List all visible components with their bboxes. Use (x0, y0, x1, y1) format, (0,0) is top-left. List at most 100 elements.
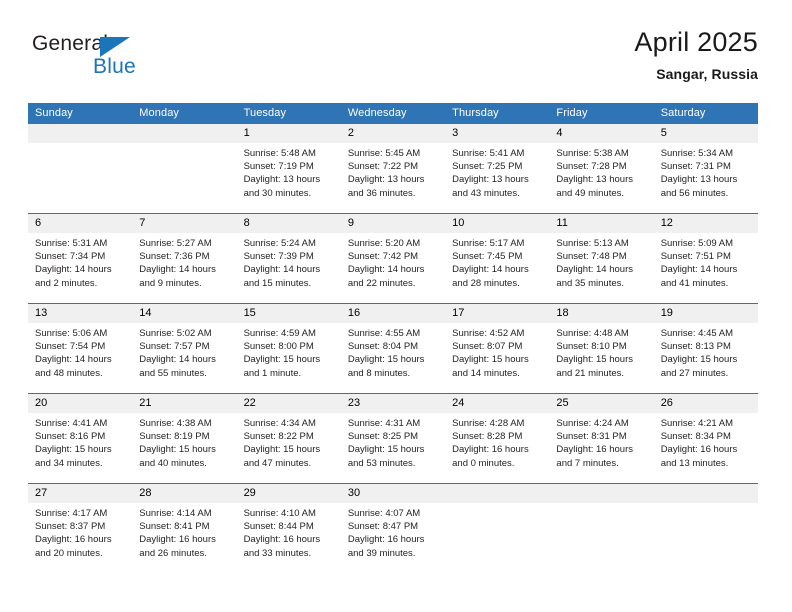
day-sun-details: Sunrise: 5:27 AM Sunset: 7:36 PM Daylight:… (132, 233, 236, 290)
calendar-day-cell[interactable]: 10 Sunrise: 5:17 AM Sunset: 7:45 PM Dayligh… (445, 213, 550, 304)
calendar-day-cell[interactable] (549, 483, 654, 573)
day-number: 4 (549, 124, 654, 143)
day-number (445, 484, 550, 503)
sunset-time: Sunset: 8:13 PM (660, 341, 731, 353)
calendar-day-cell[interactable]: 22 Sunrise: 4:34 AM Sunset: 8:22 PM Dayligh… (236, 393, 341, 484)
sunrise-time: Sunrise: 5:24 AM (243, 238, 316, 249)
calendar-day-cell[interactable]: 21 Sunrise: 4:38 AM Sunset: 8:19 PM Dayligh… (132, 393, 237, 484)
calendar-day-cell[interactable]: 1 Sunrise: 5:48 AM Sunset: 7:19 PM Daylight… (236, 124, 341, 214)
day-sun-details: Sunrise: 4:28 AM Sunset: 8:28 PM Daylight:… (445, 413, 549, 470)
sunset-time: Sunset: 7:25 PM (452, 161, 523, 173)
calendar-day-cell[interactable]: 7 Sunrise: 5:27 AM Sunset: 7:36 PM Daylight… (132, 213, 237, 304)
calendar-day-cell[interactable]: 17 Sunrise: 4:52 AM Sunset: 8:07 PM Dayligh… (445, 303, 550, 394)
calendar-day-cell[interactable]: 25 Sunrise: 4:24 AM Sunset: 8:31 PM Dayligh… (549, 393, 654, 484)
calendar-day-cell[interactable]: 14 Sunrise: 5:02 AM Sunset: 7:57 PM Dayligh… (132, 303, 237, 394)
sunrise-time: Sunrise: 4:28 AM (452, 418, 525, 429)
sunrise-time: Sunrise: 4:31 AM (347, 418, 421, 429)
day-cell-inner (28, 124, 133, 213)
day-cell-inner: 8 Sunrise: 5:24 AM Sunset: 7:39 PM Daylight… (236, 214, 341, 303)
calendar-day-cell[interactable]: 23 Sunrise: 4:31 AM Sunset: 8:25 PM Dayligh… (340, 393, 446, 484)
daylight-duration-line1: Daylight: 16 hours (35, 534, 112, 546)
day-number: 2 (340, 124, 446, 143)
calendar-day-cell[interactable] (28, 124, 133, 214)
day-number: 21 (132, 394, 237, 413)
day-number: 5 (653, 124, 758, 143)
calendar-week-row: 1 Sunrise: 5:48 AM Sunset: 7:19 PM Daylight… (28, 124, 758, 214)
daylight-duration-line2: and 49 minutes. (556, 187, 625, 199)
day-number: 7 (132, 214, 237, 233)
sunset-time: Sunset: 8:25 PM (347, 431, 419, 443)
day-sun-details: Sunrise: 5:34 AM Sunset: 7:31 PM Daylight:… (654, 143, 758, 200)
day-cell-inner: 18 Sunrise: 4:48 AM Sunset: 8:10 PM Dayligh… (549, 304, 654, 393)
sunset-time: Sunset: 7:31 PM (660, 161, 731, 173)
daylight-duration-line2: and 14 minutes. (452, 367, 520, 379)
general-blue-logo[interactable]: General Blue (32, 32, 162, 88)
weekday-header-saturday: Saturday (653, 103, 758, 124)
calendar-day-cell[interactable]: 4 Sunrise: 5:38 AM Sunset: 7:28 PM Daylight… (549, 124, 654, 214)
calendar-day-cell[interactable] (132, 124, 237, 214)
calendar-day-cell[interactable]: 16 Sunrise: 4:55 AM Sunset: 8:04 PM Dayligh… (340, 303, 446, 394)
calendar-day-cell[interactable]: 3 Sunrise: 5:41 AM Sunset: 7:25 PM Daylight… (445, 124, 550, 214)
calendar-day-cell[interactable] (445, 483, 550, 573)
calendar-day-cell[interactable]: 27 Sunrise: 4:17 AM Sunset: 8:37 PM Dayligh… (28, 483, 133, 573)
calendar-day-cell[interactable] (653, 483, 758, 573)
sunrise-time: Sunrise: 4:59 AM (243, 328, 316, 339)
sunrise-time: Sunrise: 5:38 AM (556, 148, 629, 159)
daylight-duration-line1: Daylight: 16 hours (660, 444, 738, 456)
day-number: 15 (236, 304, 341, 323)
day-sun-details: Sunrise: 5:17 AM Sunset: 7:45 PM Daylight:… (445, 233, 549, 290)
daylight-duration-line2: and 39 minutes. (347, 547, 416, 559)
day-sun-details: Sunrise: 4:48 AM Sunset: 8:10 PM Daylight:… (549, 323, 653, 380)
calendar-day-cell[interactable]: 29 Sunrise: 4:10 AM Sunset: 8:44 PM Dayligh… (236, 483, 341, 573)
calendar-day-cell[interactable]: 20 Sunrise: 4:41 AM Sunset: 8:16 PM Dayligh… (28, 393, 133, 484)
calendar-day-cell[interactable]: 9 Sunrise: 5:20 AM Sunset: 7:42 PM Daylight… (340, 213, 446, 304)
calendar-day-cell[interactable]: 12 Sunrise: 5:09 AM Sunset: 7:51 PM Dayligh… (653, 213, 758, 304)
daylight-duration-line2: and 43 minutes. (452, 187, 520, 199)
daylight-duration-line2: and 22 minutes. (347, 277, 416, 289)
calendar-week-row: 20 Sunrise: 4:41 AM Sunset: 8:16 PM Dayligh… (28, 393, 758, 484)
day-cell-inner: 30 Sunrise: 4:07 AM Sunset: 8:47 PM Dayligh… (340, 484, 446, 573)
day-cell-inner: 26 Sunrise: 4:21 AM Sunset: 8:34 PM Dayligh… (653, 394, 758, 483)
day-number: 16 (340, 304, 446, 323)
day-cell-inner: 16 Sunrise: 4:55 AM Sunset: 8:04 PM Dayligh… (340, 304, 446, 393)
daylight-duration-line1: Daylight: 14 hours (139, 264, 216, 276)
calendar-day-cell[interactable]: 19 Sunrise: 4:45 AM Sunset: 8:13 PM Dayligh… (653, 303, 758, 394)
calendar-day-cell[interactable]: 6 Sunrise: 5:31 AM Sunset: 7:34 PM Daylight… (28, 213, 133, 304)
daylight-duration-line1: Daylight: 15 hours (347, 354, 425, 366)
sunrise-time: Sunrise: 5:17 AM (452, 238, 525, 249)
sunset-time: Sunset: 7:48 PM (556, 251, 627, 263)
day-cell-inner: 20 Sunrise: 4:41 AM Sunset: 8:16 PM Dayligh… (28, 394, 133, 483)
daylight-duration-line2: and 36 minutes. (347, 187, 416, 199)
day-cell-inner: 2 Sunrise: 5:45 AM Sunset: 7:22 PM Daylight… (340, 124, 446, 213)
calendar-day-cell[interactable]: 5 Sunrise: 5:34 AM Sunset: 7:31 PM Daylight… (653, 124, 758, 214)
daylight-duration-line2: and 55 minutes. (139, 367, 207, 379)
calendar-day-cell[interactable]: 11 Sunrise: 5:13 AM Sunset: 7:48 PM Dayligh… (549, 213, 654, 304)
sunrise-time: Sunrise: 4:07 AM (347, 508, 421, 519)
weekday-header-row: Sunday Monday Tuesday Wednesday Thursday… (28, 103, 758, 124)
calendar-week-row: 13 Sunrise: 5:06 AM Sunset: 7:54 PM Dayligh… (28, 303, 758, 394)
day-sun-details: Sunrise: 4:31 AM Sunset: 8:25 PM Daylight:… (341, 413, 445, 470)
daylight-duration-line1: Daylight: 13 hours (556, 174, 633, 186)
sunset-time: Sunset: 8:00 PM (243, 341, 314, 353)
calendar-day-cell[interactable]: 28 Sunrise: 4:14 AM Sunset: 8:41 PM Dayligh… (132, 483, 237, 573)
day-cell-inner: 15 Sunrise: 4:59 AM Sunset: 8:00 PM Dayligh… (236, 304, 341, 393)
calendar-week-row: 6 Sunrise: 5:31 AM Sunset: 7:34 PM Daylight… (28, 213, 758, 304)
calendar-day-cell[interactable]: 24 Sunrise: 4:28 AM Sunset: 8:28 PM Dayligh… (445, 393, 550, 484)
calendar-day-cell[interactable]: 2 Sunrise: 5:45 AM Sunset: 7:22 PM Daylight… (340, 124, 446, 214)
day-cell-inner: 29 Sunrise: 4:10 AM Sunset: 8:44 PM Dayligh… (236, 484, 341, 573)
calendar-day-cell[interactable]: 8 Sunrise: 5:24 AM Sunset: 7:39 PM Daylight… (236, 213, 341, 304)
day-number: 18 (549, 304, 654, 323)
sunrise-time: Sunrise: 4:55 AM (347, 328, 421, 339)
calendar-day-cell[interactable]: 26 Sunrise: 4:21 AM Sunset: 8:34 PM Dayligh… (653, 393, 758, 484)
calendar-day-cell[interactable]: 15 Sunrise: 4:59 AM Sunset: 8:00 PM Dayligh… (236, 303, 341, 394)
sunset-time: Sunset: 8:19 PM (139, 431, 210, 443)
sunrise-time: Sunrise: 5:27 AM (139, 238, 212, 249)
sunrise-time: Sunrise: 4:48 AM (556, 328, 629, 339)
calendar-day-cell[interactable]: 18 Sunrise: 4:48 AM Sunset: 8:10 PM Dayligh… (549, 303, 654, 394)
day-sun-details: Sunrise: 4:52 AM Sunset: 8:07 PM Daylight:… (445, 323, 549, 380)
sunset-time: Sunset: 8:16 PM (35, 431, 106, 443)
calendar-day-cell[interactable]: 30 Sunrise: 4:07 AM Sunset: 8:47 PM Dayligh… (340, 483, 446, 573)
calendar-day-cell[interactable]: 13 Sunrise: 5:06 AM Sunset: 7:54 PM Dayligh… (28, 303, 133, 394)
sunset-time: Sunset: 7:42 PM (347, 251, 419, 263)
sunset-time: Sunset: 7:57 PM (139, 341, 210, 353)
